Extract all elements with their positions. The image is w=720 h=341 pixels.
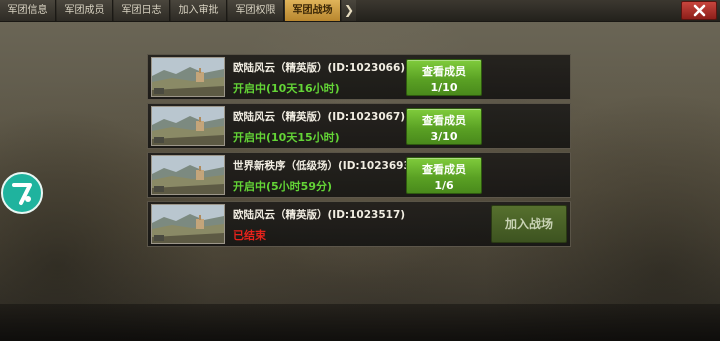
battlefield-name: 世界新秩序（低级场）(ID:1023693) bbox=[233, 160, 416, 172]
view-members-button[interactable]: 查看成员 1/10 bbox=[406, 59, 482, 96]
battlefield-status: 已结束 bbox=[233, 229, 266, 242]
tab-bar: 军团信息 军团成员 军团日志 加入审批 军团权限 军团战场 ❯ bbox=[0, 0, 720, 22]
tab-list: 军团信息 军团成员 军团日志 加入审批 军团权限 军团战场 ❯ bbox=[0, 0, 356, 21]
battlefield-status: 开启中(10天15小时) bbox=[233, 131, 340, 144]
battlefield-name: 欧陆风云（精英版）(ID:1023517) bbox=[233, 209, 406, 221]
battlefield-thumbnail bbox=[151, 57, 225, 97]
battlefield-name: 欧陆风云（精英版）(ID:1023066) bbox=[233, 62, 406, 74]
battlefield-status: 开启中(10天16小时) bbox=[233, 82, 340, 95]
bottom-shade bbox=[0, 304, 720, 341]
battlefield-row: 欧陆风云（精英版）(ID:1023517) 已结束 加入战场 bbox=[147, 201, 571, 247]
tab-join-approval[interactable]: 加入审批 bbox=[171, 0, 227, 21]
view-members-label: 查看成员 bbox=[422, 65, 466, 78]
member-count: 3/10 bbox=[430, 130, 458, 143]
view-members-button[interactable]: 查看成员 1/6 bbox=[406, 157, 482, 194]
battlefield-list: 欧陆风云（精英版）(ID:1023066) 开启中(10天16小时) 查看成员 … bbox=[147, 54, 571, 250]
tab-legion-members[interactable]: 军团成员 bbox=[57, 0, 113, 21]
battlefield-thumbnail bbox=[151, 106, 225, 146]
assistant-float-button[interactable] bbox=[1, 172, 43, 214]
member-count: 1/6 bbox=[434, 179, 454, 192]
view-members-label: 查看成员 bbox=[422, 163, 466, 176]
view-members-button[interactable]: 查看成员 3/10 bbox=[406, 108, 482, 145]
tab-legion-battlefield[interactable]: 军团战场 bbox=[285, 0, 341, 21]
tab-legion-info[interactable]: 军团信息 bbox=[0, 0, 56, 21]
battlefield-row: 欧陆风云（精英版）(ID:1023067) 开启中(10天15小时) 查看成员 … bbox=[147, 103, 571, 149]
member-count: 1/10 bbox=[430, 81, 458, 94]
battlefield-row: 世界新秩序（低级场）(ID:1023693) 开启中(5小时59分) 查看成员 … bbox=[147, 152, 571, 198]
tab-legion-permissions[interactable]: 军团权限 bbox=[228, 0, 284, 21]
tab-legion-log[interactable]: 军团日志 bbox=[114, 0, 170, 21]
battlefield-status: 开启中(5小时59分) bbox=[233, 180, 333, 193]
assistant-7-icon bbox=[12, 183, 32, 205]
battlefield-name: 欧陆风云（精英版）(ID:1023067) bbox=[233, 111, 406, 123]
battlefield-thumbnail bbox=[151, 204, 225, 244]
view-members-label: 查看成员 bbox=[422, 114, 466, 127]
chevron-right-icon[interactable]: ❯ bbox=[342, 0, 356, 21]
close-button[interactable] bbox=[681, 1, 717, 20]
battlefield-row: 欧陆风云（精英版）(ID:1023066) 开启中(10天16小时) 查看成员 … bbox=[147, 54, 571, 100]
battlefield-thumbnail bbox=[151, 155, 225, 195]
close-x-icon bbox=[693, 4, 705, 17]
join-battlefield-button[interactable]: 加入战场 bbox=[491, 205, 567, 243]
